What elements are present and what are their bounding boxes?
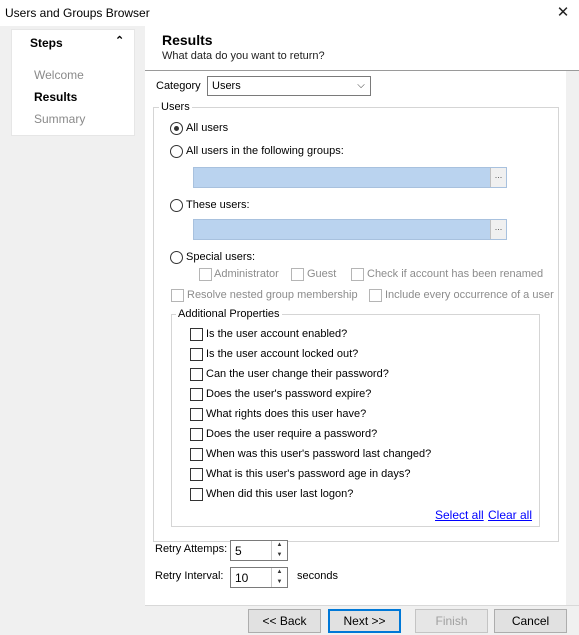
- retry-attempts-label: Retry Attemps:: [155, 543, 228, 555]
- radio-users-in-groups-label: All users in the following groups:: [186, 145, 344, 157]
- steps-title: Steps: [30, 36, 63, 50]
- users-picker-field[interactable]: [193, 219, 507, 240]
- select-all-link[interactable]: Select all: [435, 508, 484, 522]
- stepper-up-icon[interactable]: ▲: [272, 568, 287, 577]
- prop-checkbox[interactable]: [190, 448, 203, 461]
- guest-label: Guest: [307, 268, 337, 280]
- retry-interval-label: Retry Interval:: [155, 570, 224, 582]
- stepper-down-icon[interactable]: ▼: [272, 551, 287, 560]
- prop-checkbox[interactable]: [190, 468, 203, 481]
- administrator-label: Administrator: [214, 268, 279, 280]
- retry-interval-stepper[interactable]: 10 ▲ ▼: [230, 567, 288, 588]
- prop-label: Does the user require a password?: [206, 428, 378, 440]
- radio-all-users-label: All users: [186, 122, 229, 134]
- close-icon[interactable]: ✕: [552, 2, 574, 24]
- groups-browse-button[interactable]: ...: [490, 168, 506, 187]
- radio-users-in-groups[interactable]: [170, 145, 183, 158]
- prop-label: Is the user account enabled?: [206, 328, 348, 340]
- renamed-check-checkbox[interactable]: [351, 268, 364, 281]
- radio-these-users-label: These users:: [186, 199, 250, 211]
- page-title: Results: [162, 32, 213, 48]
- retry-interval-value: 10: [235, 571, 249, 585]
- prop-label: What rights does this user have?: [206, 408, 367, 420]
- retry-attempts-value: 5: [235, 544, 242, 558]
- footer-divider: [145, 605, 579, 606]
- users-group-label: Users: [159, 101, 192, 113]
- resolve-nested-label: Resolve nested group membership: [187, 289, 358, 301]
- prop-label: Is the user account locked out?: [206, 348, 359, 360]
- stepper-buttons: ▲ ▼: [271, 541, 287, 560]
- groups-picker-field[interactable]: [193, 167, 507, 188]
- radio-special-users-label: Special users:: [186, 251, 256, 263]
- prop-checkbox[interactable]: [190, 408, 203, 421]
- back-button[interactable]: << Back: [248, 609, 321, 633]
- stepper-up-icon[interactable]: ▲: [272, 541, 287, 550]
- prop-checkbox[interactable]: [190, 388, 203, 401]
- stepper-buttons: ▲ ▼: [271, 568, 287, 587]
- radio-special-users[interactable]: [170, 251, 183, 264]
- prop-label: Does the user's password expire?: [206, 388, 372, 400]
- retry-attempts-stepper[interactable]: 5 ▲ ▼: [230, 540, 288, 561]
- category-label: Category: [156, 80, 201, 92]
- prop-label: When did this user last logon?: [206, 488, 354, 500]
- users-browse-button[interactable]: ...: [490, 220, 506, 239]
- stepper-down-icon[interactable]: ▼: [272, 578, 287, 587]
- retry-interval-unit: seconds: [297, 570, 338, 582]
- window-title: Users and Groups Browser: [5, 6, 150, 20]
- clear-all-link[interactable]: Clear all: [488, 508, 532, 522]
- radio-all-users[interactable]: [170, 122, 183, 135]
- prop-label: Can the user change their password?: [206, 368, 389, 380]
- every-occurrence-label: Include every occurrence of a user: [385, 289, 554, 301]
- cancel-button[interactable]: Cancel: [494, 609, 567, 633]
- prop-checkbox[interactable]: [190, 368, 203, 381]
- administrator-checkbox[interactable]: [199, 268, 212, 281]
- prop-label: When was this user's password last chang…: [206, 448, 432, 460]
- chevron-down-icon[interactable]: ⌵: [352, 77, 370, 95]
- step-results[interactable]: Results: [34, 90, 77, 104]
- step-welcome[interactable]: Welcome: [34, 68, 84, 82]
- next-button[interactable]: Next >>: [328, 609, 401, 633]
- prop-checkbox[interactable]: [190, 428, 203, 441]
- renamed-check-label: Check if account has been renamed: [367, 268, 544, 280]
- page-subtitle: What data do you want to return?: [162, 50, 325, 62]
- prop-label: What is this user's password age in days…: [206, 468, 411, 480]
- collapse-chevron-icon[interactable]: ⌃: [115, 34, 124, 47]
- radio-these-users[interactable]: [170, 199, 183, 212]
- additional-properties-label: Additional Properties: [176, 308, 282, 320]
- prop-checkbox[interactable]: [190, 328, 203, 341]
- category-value: Users: [212, 80, 241, 92]
- prop-checkbox[interactable]: [190, 488, 203, 501]
- resolve-nested-checkbox[interactable]: [171, 289, 184, 302]
- step-summary[interactable]: Summary: [34, 112, 85, 126]
- every-occurrence-checkbox[interactable]: [369, 289, 382, 302]
- guest-checkbox[interactable]: [291, 268, 304, 281]
- radio-dot: [174, 126, 179, 131]
- finish-button[interactable]: Finish: [415, 609, 488, 633]
- prop-checkbox[interactable]: [190, 348, 203, 361]
